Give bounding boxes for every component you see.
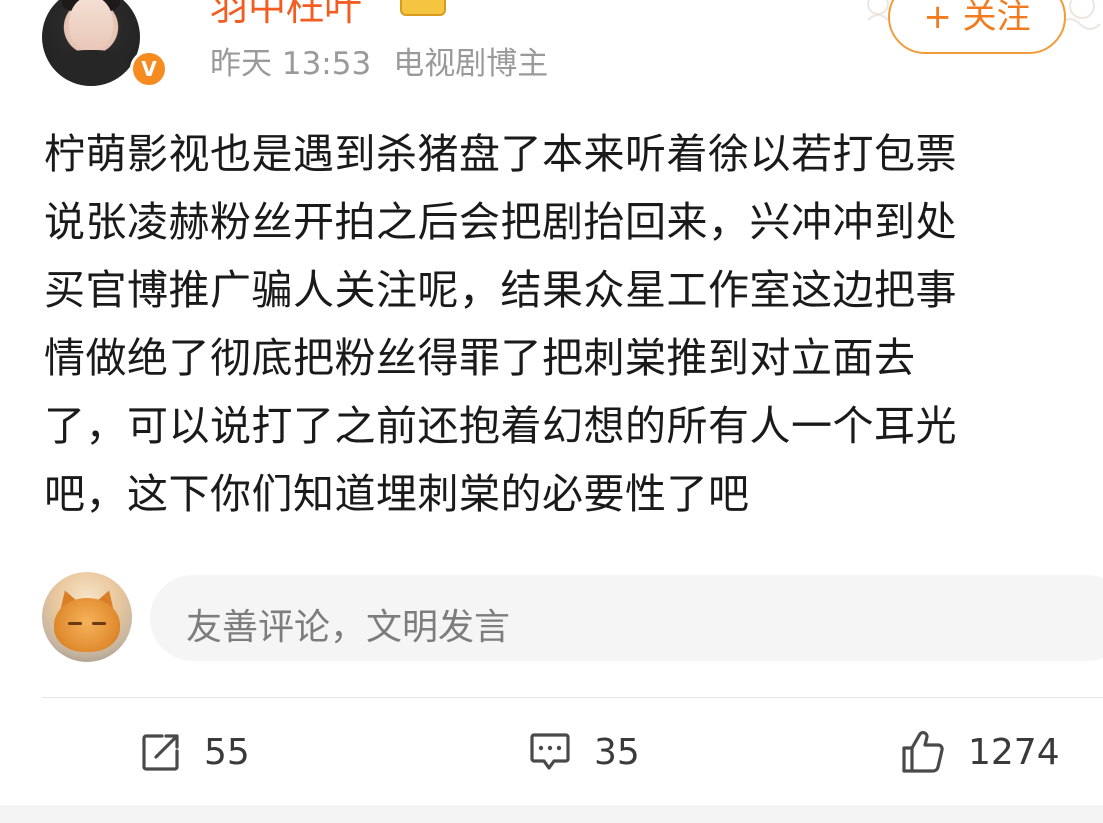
- comment-icon: [530, 733, 570, 770]
- cat-eye: [92, 622, 106, 625]
- author-name[interactable]: 羽中枉叶: [210, 0, 362, 31]
- author-avatar[interactable]: [42, 0, 140, 86]
- share-button[interactable]: 55: [140, 722, 250, 782]
- my-avatar[interactable]: [42, 572, 132, 662]
- bottom-separator: [0, 805, 1103, 823]
- share-count: 55: [204, 731, 250, 773]
- share-icon: [142, 734, 179, 771]
- post-time: 昨天 13:53: [210, 46, 372, 82]
- post-line: 柠萌影视也是遇到杀猪盘了本来听着徐以若打包票: [44, 130, 957, 178]
- cat-eye: [68, 622, 82, 625]
- post-line: 情做绝了彻底把粉丝得罪了把刺棠推到对立面去: [44, 334, 916, 382]
- author-role: 电视剧博主: [393, 46, 549, 82]
- post-line: 吧，这下你们知道埋刺棠的必要性了吧: [44, 470, 750, 518]
- divider: [42, 697, 1103, 698]
- comment-placeholder: 友善评论，文明发言: [186, 607, 511, 648]
- thumbs-up-icon: [902, 731, 944, 773]
- user-level-icon: [400, 0, 446, 16]
- post-content: 柠萌影视也是遇到杀猪盘了本来听着徐以若打包票 说张凌赫粉丝开拍之后会把剧抬回来，…: [44, 120, 1092, 528]
- comment-count: 35: [594, 731, 640, 773]
- like-count: 1274: [968, 731, 1060, 773]
- post-line: 说张凌赫粉丝开拍之后会把剧抬回来，兴冲冲到处: [44, 198, 957, 246]
- post-line: 买官博推广骗人关注呢，结果众星工作室这边把事: [44, 266, 957, 314]
- comment-button[interactable]: 35: [528, 722, 640, 782]
- weibo-post-page: V 羽中枉叶 昨天 13:53 电视剧博主 + 关注 柠萌影视也是遇到杀猪盘了本来…: [0, 0, 1103, 823]
- avatar-body: [48, 50, 134, 86]
- verified-badge-icon: V: [130, 50, 168, 88]
- post-meta: 昨天 13:53 电视剧博主: [210, 38, 548, 83]
- follow-button[interactable]: + 关注: [888, 0, 1066, 54]
- cat-head: [54, 598, 120, 652]
- post-line: 了，可以说打了之前还抱着幻想的所有人一个耳光: [44, 402, 957, 450]
- avatar-face: [69, 0, 113, 50]
- like-button[interactable]: 1274: [900, 722, 1060, 782]
